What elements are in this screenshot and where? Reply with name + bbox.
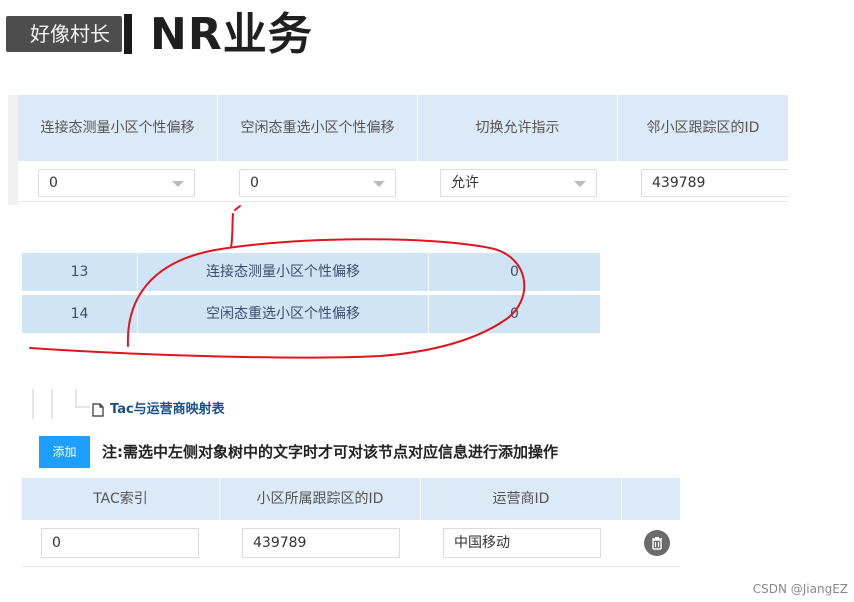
red-annotation-drawing <box>29 205 526 359</box>
watermark: CSDN @JiangEZ <box>752 582 848 596</box>
